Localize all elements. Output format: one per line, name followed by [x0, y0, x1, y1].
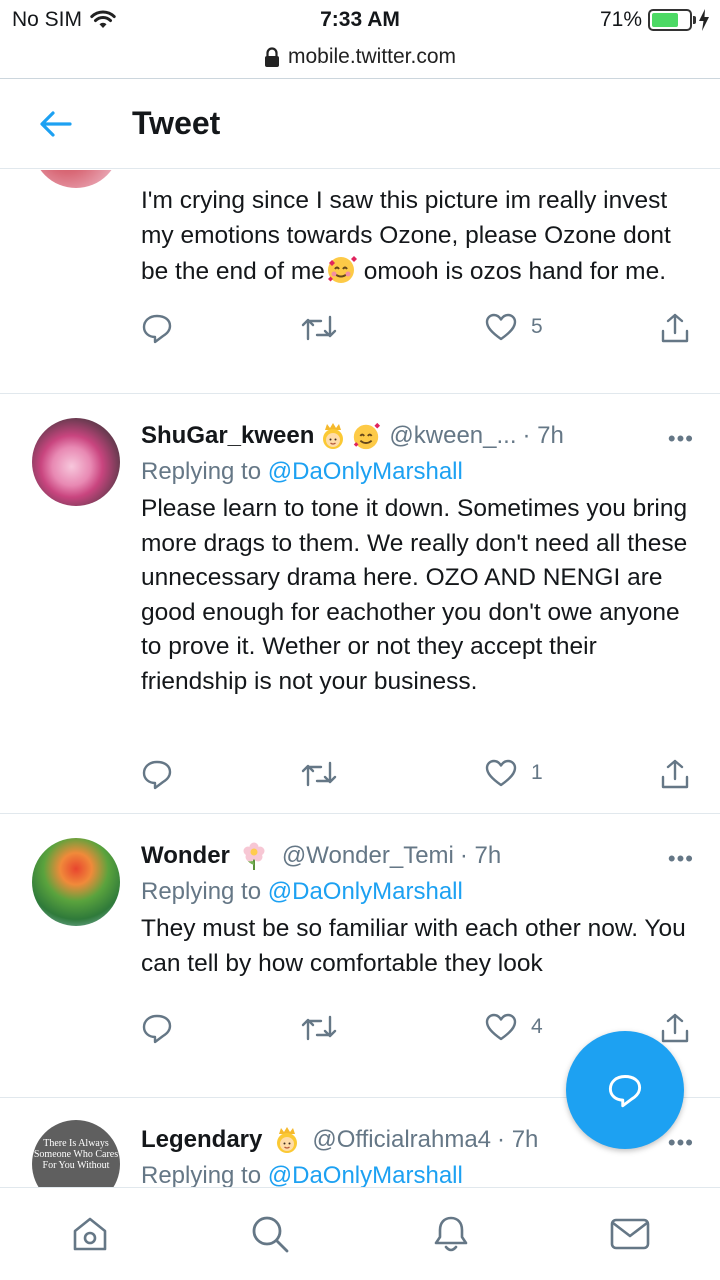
battery-status: 71% [600, 8, 710, 32]
more-options-button[interactable]: ••• [668, 1130, 694, 1156]
like-count: 5 [531, 315, 543, 338]
battery-icon [648, 9, 696, 31]
nav-search[interactable] [246, 1210, 294, 1258]
tweet-header: Wonder @Wonder_Temi · 7h ••• [141, 836, 694, 876]
reply-icon [142, 760, 172, 790]
tweet[interactable]: I'm crying since I saw this picture im r… [0, 170, 720, 394]
page-header: Tweet [0, 79, 720, 169]
replying-to-label: Replying to [141, 458, 268, 485]
notifications-icon [434, 1216, 468, 1252]
mention-link[interactable]: @DaOnlyMarshall [268, 1162, 463, 1187]
tweet-time[interactable]: · 7h [460, 842, 501, 870]
replying-to: Replying to @DaOnlyMarshall [141, 1160, 694, 1187]
share-icon [661, 1013, 689, 1043]
charging-icon [699, 9, 709, 31]
reply-button[interactable] [141, 312, 173, 344]
share-icon [661, 759, 689, 789]
more-options-button[interactable]: ••• [668, 846, 694, 872]
user-handle[interactable]: @kween_... [389, 422, 516, 450]
tweet-time[interactable]: · 7h [523, 422, 564, 450]
compose-reply-icon [608, 1075, 642, 1108]
avatar[interactable] [32, 418, 120, 506]
avatar[interactable] [32, 838, 120, 926]
nav-home[interactable] [66, 1210, 114, 1258]
heart-icon [485, 313, 517, 341]
battery-percent: 71% [599, 8, 642, 31]
avatar-text: There Is Always Someone Who Cares For Yo… [33, 1138, 119, 1171]
lock-icon [264, 47, 279, 67]
like-count: 1 [531, 761, 543, 784]
search-icon [252, 1216, 289, 1253]
tweet-text: I'm crying since I saw this picture im r… [141, 184, 694, 290]
retweet-button[interactable] [301, 758, 337, 790]
heart-icon [485, 759, 517, 787]
like-count: 4 [531, 1015, 543, 1038]
heart-icon [485, 1013, 517, 1041]
bottom-navigation [0, 1187, 720, 1280]
tweet-time[interactable]: · 7h [497, 1126, 538, 1154]
home-icon [73, 1217, 107, 1251]
user-handle[interactable]: @Wonder_Temi [282, 842, 454, 870]
status-bar: No SIM 7:33 AM 71% [0, 0, 720, 40]
more-options-button[interactable]: ••• [668, 426, 694, 452]
avatar[interactable] [32, 170, 120, 188]
share-button[interactable] [659, 312, 691, 344]
retweet-icon [301, 315, 337, 341]
display-name[interactable]: ShuGar_kween [141, 422, 314, 450]
back-button[interactable] [28, 101, 84, 147]
avatar[interactable]: There Is Always Someone Who Cares For Yo… [32, 1120, 120, 1187]
tweet-actions: 5 [141, 312, 690, 352]
page-title: Tweet [132, 105, 221, 141]
retweet-button[interactable] [301, 312, 337, 344]
smiling-face-with-hearts-emoji [327, 256, 357, 283]
address-bar[interactable]: mobile.twitter.com [0, 38, 720, 76]
nav-messages[interactable] [606, 1210, 654, 1258]
reply-icon [142, 1014, 172, 1044]
princess-emoji [323, 423, 344, 449]
retweet-icon [301, 1015, 337, 1041]
mention-link[interactable]: @DaOnlyMarshall [268, 458, 463, 485]
tweet-text: They must be so familiar with each other… [141, 915, 686, 977]
replying-to-label: Replying to [141, 878, 268, 905]
blossom-emoji [243, 842, 265, 870]
share-button[interactable] [659, 1012, 691, 1044]
replying-to: Replying to @DaOnlyMarshall [141, 876, 694, 908]
back-arrow-icon [40, 111, 72, 137]
replying-to-label: Replying to [141, 1162, 268, 1187]
tweet[interactable]: ShuGar_kween @kween_... · 7h ••• Replyin… [0, 394, 720, 814]
like-button[interactable]: 1 [485, 758, 543, 788]
share-button[interactable] [659, 758, 691, 790]
retweet-button[interactable] [301, 1012, 337, 1044]
url-text: mobile.twitter.com [287, 45, 457, 68]
messages-icon [610, 1218, 650, 1250]
nav-notifications[interactable] [427, 1210, 475, 1258]
like-button[interactable]: 4 [485, 1012, 543, 1042]
share-icon [661, 313, 689, 343]
user-handle[interactable]: @Officialrahma4 [312, 1126, 491, 1154]
tweet-header: ShuGar_kween @kween_... · 7h ••• [141, 416, 694, 456]
tweet-actions: 1 [141, 758, 690, 798]
replying-to: Replying to @DaOnlyMarshall [141, 456, 694, 488]
like-button[interactable]: 5 [485, 312, 543, 342]
retweet-icon [301, 761, 337, 787]
battery-level [652, 13, 678, 27]
princess-emoji [277, 1127, 298, 1153]
tweet-text: Please learn to tone it down. Sometimes … [141, 495, 688, 695]
compose-reply-button[interactable] [566, 1031, 684, 1149]
smiling-face-with-hearts-emoji [354, 422, 381, 450]
display-name[interactable]: Wonder [141, 842, 230, 870]
reply-button[interactable] [141, 758, 173, 790]
mention-link[interactable]: @DaOnlyMarshall [268, 878, 463, 905]
tweet-text-part: omooh is ozos hand for me. [356, 258, 667, 285]
reply-button[interactable] [141, 1012, 173, 1044]
reply-icon [142, 314, 172, 344]
display-name[interactable]: Legendary [141, 1126, 262, 1154]
